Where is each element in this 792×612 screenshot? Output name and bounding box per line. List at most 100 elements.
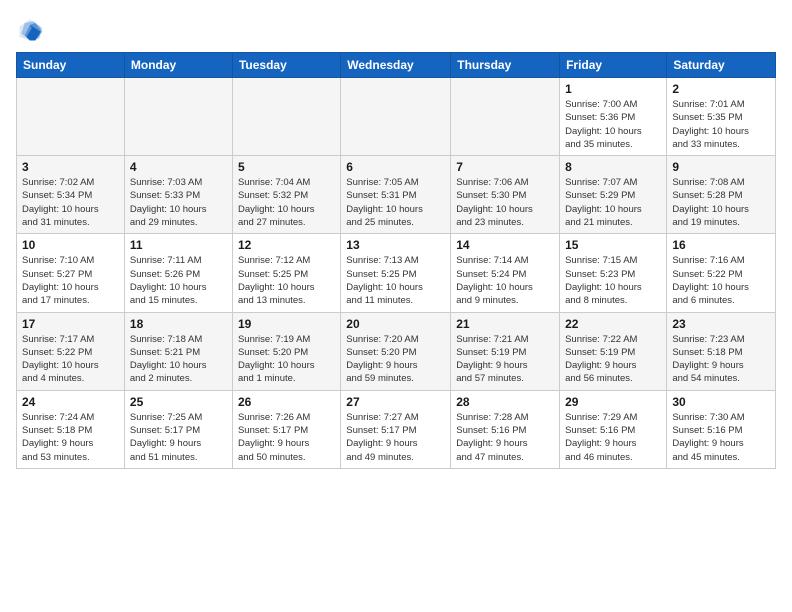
day-number: 9 (672, 160, 770, 174)
day-cell-24: 24Sunrise: 7:24 AM Sunset: 5:18 PM Dayli… (17, 390, 125, 468)
day-number: 16 (672, 238, 770, 252)
calendar: SundayMondayTuesdayWednesdayThursdayFrid… (16, 52, 776, 469)
day-number: 19 (238, 317, 335, 331)
day-cell-10: 10 Sunrise: 7:10 AM Sunset: 5:27 PM Dayli… (17, 234, 125, 312)
day-cell-25: 25 Sunrise: 7:25 AM Sunset: 5:17 PM Dayli… (124, 390, 232, 468)
day-info: Sunrise: 7:06 AM Sunset: 5:30 PM Dayligh… (456, 176, 554, 229)
day-cell-3: 3 Sunrise: 7:02 AM Sunset: 5:34 PM Daylig… (17, 156, 125, 234)
empty-cell (124, 78, 232, 156)
week-row-3: 10 Sunrise: 7:10 AM Sunset: 5:27 PM Dayli… (17, 234, 776, 312)
day-info: Sunrise: 7:29 AM Sunset: 5:16 PM Dayligh… (565, 411, 661, 464)
day-cell-23: 23 Sunrise: 7:23 AM Sunset: 5:18 PM Dayli… (667, 312, 776, 390)
day-cell-18: 18 Sunrise: 7:18 AM Sunset: 5:21 PM Dayli… (124, 312, 232, 390)
day-info: Sunrise: 7:23 AM Sunset: 5:18 PM Dayligh… (672, 333, 770, 386)
day-cell-12: 12 Sunrise: 7:12 AM Sunset: 5:25 PM Dayli… (232, 234, 340, 312)
page: SundayMondayTuesdayWednesdayThursdayFrid… (0, 0, 792, 477)
day-info: Sunrise: 7:16 AM Sunset: 5:22 PM Dayligh… (672, 254, 770, 307)
day-info: Sunrise: 7:28 AM Sunset: 5:16 PM Dayligh… (456, 411, 554, 464)
day-number: 23 (672, 317, 770, 331)
day-info: Sunrise: 7:21 AM Sunset: 5:19 PM Dayligh… (456, 333, 554, 386)
day-info: Sunrise: 7:10 AM Sunset: 5:27 PM Dayligh… (22, 254, 119, 307)
day-number: 13 (346, 238, 445, 252)
day-number: 18 (130, 317, 227, 331)
day-number: 25 (130, 395, 227, 409)
day-info: Sunrise: 7:22 AM Sunset: 5:19 PM Dayligh… (565, 333, 661, 386)
day-number: 4 (130, 160, 227, 174)
day-info: Sunrise: 7:14 AM Sunset: 5:24 PM Dayligh… (456, 254, 554, 307)
day-info: Sunrise: 7:08 AM Sunset: 5:28 PM Dayligh… (672, 176, 770, 229)
day-cell-9: 9 Sunrise: 7:08 AM Sunset: 5:28 PM Daylig… (667, 156, 776, 234)
weekday-header-row: SundayMondayTuesdayWednesdayThursdayFrid… (17, 53, 776, 78)
header (16, 16, 776, 44)
day-info: Sunrise: 7:19 AM Sunset: 5:20 PM Dayligh… (238, 333, 335, 386)
day-number: 28 (456, 395, 554, 409)
day-info: Sunrise: 7:00 AM Sunset: 5:36 PM Dayligh… (565, 98, 661, 151)
day-cell-8: 8Sunrise: 7:07 AM Sunset: 5:29 PM Daylig… (560, 156, 667, 234)
day-info: Sunrise: 7:04 AM Sunset: 5:32 PM Dayligh… (238, 176, 335, 229)
day-info: Sunrise: 7:01 AM Sunset: 5:35 PM Dayligh… (672, 98, 770, 151)
day-cell-27: 27 Sunrise: 7:27 AM Sunset: 5:17 PM Dayli… (341, 390, 451, 468)
day-number: 5 (238, 160, 335, 174)
empty-cell (17, 78, 125, 156)
day-info: Sunrise: 7:18 AM Sunset: 5:21 PM Dayligh… (130, 333, 227, 386)
weekday-monday: Monday (124, 53, 232, 78)
day-cell-22: 22Sunrise: 7:22 AM Sunset: 5:19 PM Dayli… (560, 312, 667, 390)
day-number: 12 (238, 238, 335, 252)
day-number: 20 (346, 317, 445, 331)
day-cell-28: 28 Sunrise: 7:28 AM Sunset: 5:16 PM Dayli… (451, 390, 560, 468)
weekday-wednesday: Wednesday (341, 53, 451, 78)
day-number: 14 (456, 238, 554, 252)
day-number: 11 (130, 238, 227, 252)
empty-cell (451, 78, 560, 156)
day-info: Sunrise: 7:12 AM Sunset: 5:25 PM Dayligh… (238, 254, 335, 307)
day-info: Sunrise: 7:05 AM Sunset: 5:31 PM Dayligh… (346, 176, 445, 229)
day-cell-14: 14 Sunrise: 7:14 AM Sunset: 5:24 PM Dayli… (451, 234, 560, 312)
empty-cell (232, 78, 340, 156)
day-number: 10 (22, 238, 119, 252)
day-number: 21 (456, 317, 554, 331)
day-number: 29 (565, 395, 661, 409)
calendar-body: 1 Sunrise: 7:00 AM Sunset: 5:36 PM Daylig… (17, 78, 776, 469)
day-cell-26: 26Sunrise: 7:26 AM Sunset: 5:17 PM Dayli… (232, 390, 340, 468)
day-cell-4: 4Sunrise: 7:03 AM Sunset: 5:33 PM Daylig… (124, 156, 232, 234)
week-row-4: 17 Sunrise: 7:17 AM Sunset: 5:22 PM Dayli… (17, 312, 776, 390)
day-info: Sunrise: 7:17 AM Sunset: 5:22 PM Dayligh… (22, 333, 119, 386)
day-info: Sunrise: 7:27 AM Sunset: 5:17 PM Dayligh… (346, 411, 445, 464)
day-cell-20: 20 Sunrise: 7:20 AM Sunset: 5:20 PM Dayli… (341, 312, 451, 390)
day-cell-13: 13 Sunrise: 7:13 AM Sunset: 5:25 PM Dayli… (341, 234, 451, 312)
week-row-2: 3 Sunrise: 7:02 AM Sunset: 5:34 PM Daylig… (17, 156, 776, 234)
week-row-5: 24Sunrise: 7:24 AM Sunset: 5:18 PM Dayli… (17, 390, 776, 468)
calendar-header: SundayMondayTuesdayWednesdayThursdayFrid… (17, 53, 776, 78)
day-number: 15 (565, 238, 661, 252)
day-number: 7 (456, 160, 554, 174)
day-cell-30: 30Sunrise: 7:30 AM Sunset: 5:16 PM Dayli… (667, 390, 776, 468)
day-number: 8 (565, 160, 661, 174)
day-info: Sunrise: 7:26 AM Sunset: 5:17 PM Dayligh… (238, 411, 335, 464)
day-info: Sunrise: 7:15 AM Sunset: 5:23 PM Dayligh… (565, 254, 661, 307)
day-info: Sunrise: 7:24 AM Sunset: 5:18 PM Dayligh… (22, 411, 119, 464)
day-cell-11: 11 Sunrise: 7:11 AM Sunset: 5:26 PM Dayli… (124, 234, 232, 312)
day-info: Sunrise: 7:13 AM Sunset: 5:25 PM Dayligh… (346, 254, 445, 307)
day-cell-1: 1 Sunrise: 7:00 AM Sunset: 5:36 PM Daylig… (560, 78, 667, 156)
day-info: Sunrise: 7:02 AM Sunset: 5:34 PM Dayligh… (22, 176, 119, 229)
day-info: Sunrise: 7:25 AM Sunset: 5:17 PM Dayligh… (130, 411, 227, 464)
day-number: 27 (346, 395, 445, 409)
day-cell-21: 21 Sunrise: 7:21 AM Sunset: 5:19 PM Dayli… (451, 312, 560, 390)
day-number: 6 (346, 160, 445, 174)
logo (16, 16, 48, 44)
day-cell-17: 17 Sunrise: 7:17 AM Sunset: 5:22 PM Dayli… (17, 312, 125, 390)
empty-cell (341, 78, 451, 156)
day-info: Sunrise: 7:11 AM Sunset: 5:26 PM Dayligh… (130, 254, 227, 307)
day-info: Sunrise: 7:20 AM Sunset: 5:20 PM Dayligh… (346, 333, 445, 386)
day-cell-19: 19 Sunrise: 7:19 AM Sunset: 5:20 PM Dayli… (232, 312, 340, 390)
day-number: 17 (22, 317, 119, 331)
week-row-1: 1 Sunrise: 7:00 AM Sunset: 5:36 PM Daylig… (17, 78, 776, 156)
weekday-friday: Friday (560, 53, 667, 78)
day-number: 3 (22, 160, 119, 174)
weekday-sunday: Sunday (17, 53, 125, 78)
day-cell-2: 2 Sunrise: 7:01 AM Sunset: 5:35 PM Daylig… (667, 78, 776, 156)
weekday-thursday: Thursday (451, 53, 560, 78)
day-number: 1 (565, 82, 661, 96)
day-number: 2 (672, 82, 770, 96)
day-cell-7: 7 Sunrise: 7:06 AM Sunset: 5:30 PM Daylig… (451, 156, 560, 234)
